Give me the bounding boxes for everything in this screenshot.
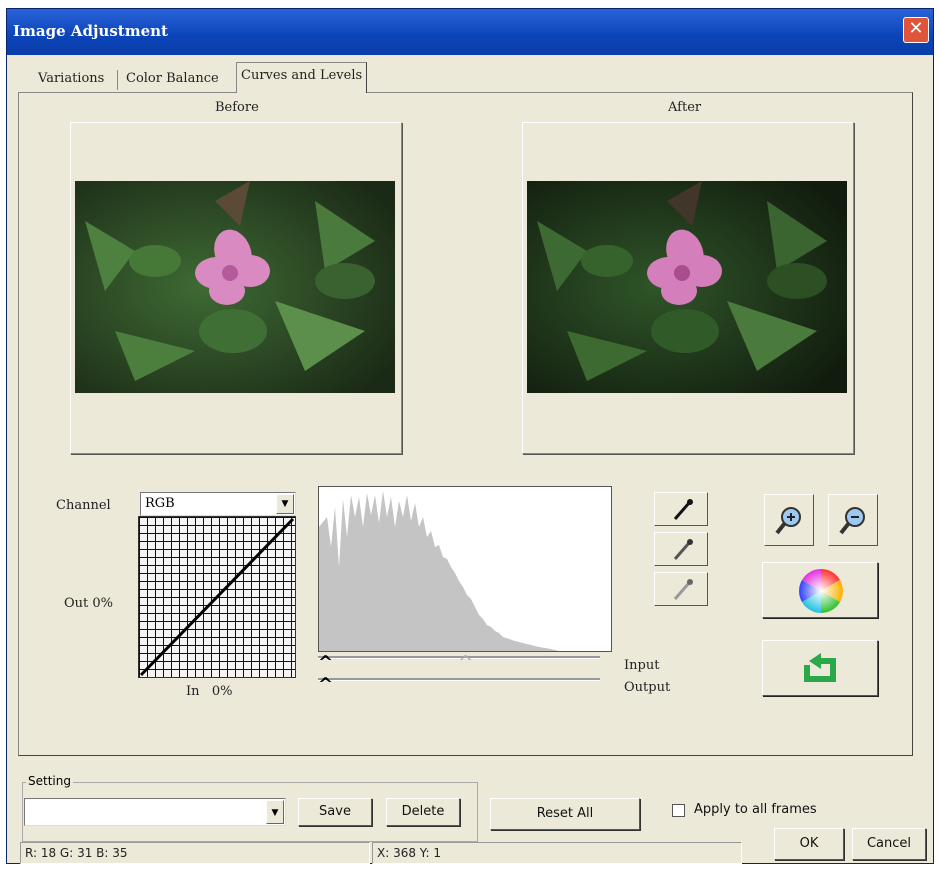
window-title: Image Adjustment [13, 22, 168, 40]
after-label: After [668, 100, 702, 115]
black-point-button[interactable] [654, 492, 708, 526]
save-button[interactable]: Save [298, 798, 372, 826]
zoom-in-icon [775, 507, 801, 535]
before-label: Before [215, 100, 259, 115]
setting-group-label: Setting [26, 774, 73, 788]
chevron-down-icon[interactable]: ▼ [276, 494, 294, 514]
zoom-in-button[interactable] [764, 494, 814, 546]
reset-all-button[interactable]: Reset All [490, 798, 640, 830]
delete-button[interactable]: Delete [386, 798, 460, 826]
tab-label: Variations [38, 71, 105, 86]
histogram [318, 486, 612, 652]
cancel-button[interactable]: Cancel [852, 828, 926, 860]
output-black-slider[interactable]: ^ [318, 674, 333, 695]
status-xy: X: 368 Y: 1 [372, 842, 742, 864]
eyedropper-white-icon [673, 579, 693, 600]
undo-arrow-icon [804, 653, 836, 682]
zoom-out-icon [839, 507, 865, 535]
tab-color-balance[interactable]: Color Balance [122, 66, 223, 92]
channel-label: Channel [56, 498, 111, 513]
apply-all-checkbox[interactable] [672, 804, 685, 817]
apply-all-label: Apply to all frames [694, 802, 817, 817]
input-black-slider[interactable]: ^ [318, 652, 333, 673]
after-preview [522, 122, 854, 454]
gray-point-button[interactable] [654, 532, 708, 566]
status-rgb: R: 18 G: 31 B: 35 [20, 842, 370, 864]
curve-graph[interactable] [138, 516, 296, 678]
zoom-out-button[interactable] [828, 494, 878, 546]
channel-select[interactable]: RGB ▼ [140, 492, 296, 516]
eyedropper-gray-icon [673, 539, 693, 560]
input-label: Input [624, 658, 660, 673]
before-image [75, 181, 395, 393]
in-label: In 0% [186, 684, 233, 699]
chevron-down-icon[interactable]: ▼ [266, 800, 284, 824]
title-bar[interactable]: Image Adjustment ✕ [7, 9, 933, 55]
tab-label: Curves and Levels [241, 68, 363, 83]
close-button[interactable]: ✕ [903, 17, 929, 43]
before-preview [70, 122, 402, 454]
tab-label: Color Balance [126, 71, 219, 86]
tab-curves-and-levels[interactable]: Curves and Levels [236, 62, 368, 93]
curve-line [139, 517, 295, 677]
output-label: Output [624, 680, 671, 695]
after-image [527, 181, 847, 393]
reset-curve-button[interactable] [762, 640, 878, 696]
close-icon: ✕ [908, 18, 924, 39]
eyedropper-black-icon [673, 499, 693, 520]
input-gamma-slider[interactable]: ^ [458, 652, 473, 673]
tab-variations[interactable]: Variations [34, 66, 108, 92]
color-wheel-button[interactable] [762, 562, 878, 618]
white-point-button[interactable] [654, 572, 708, 606]
out-label: Out 0% [64, 596, 114, 611]
channel-value: RGB [145, 496, 175, 511]
ok-button[interactable]: OK [774, 828, 844, 860]
setting-select[interactable]: ▼ [24, 798, 286, 826]
color-wheel-icon [799, 569, 843, 613]
